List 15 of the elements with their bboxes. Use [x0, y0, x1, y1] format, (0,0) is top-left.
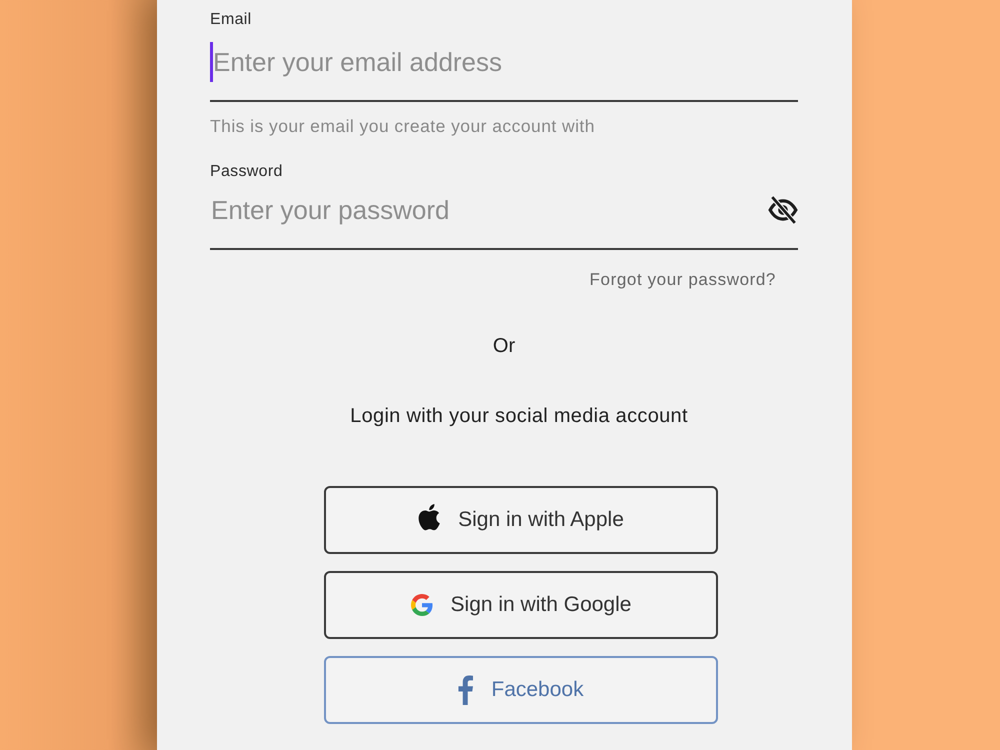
facebook-sign-in-button[interactable]: Facebook	[324, 656, 718, 724]
field-label: Password	[210, 162, 283, 182]
forgot-password-link[interactable]: Forgot your password?	[590, 270, 776, 290]
password-field[interactable]: Enter your password	[210, 184, 798, 250]
eye-off-icon[interactable]	[768, 195, 798, 225]
email-field[interactable]: Enter your email address	[210, 34, 798, 102]
apple-sign-in-button[interactable]: Sign in with Apple	[324, 486, 718, 554]
facebook-logo-icon	[458, 675, 474, 705]
apple-logo-icon	[418, 504, 440, 530]
google-sign-in-button[interactable]: Sign in with Google	[324, 571, 718, 639]
divider-text: Or	[492, 334, 516, 358]
google-logo-icon	[410, 594, 433, 616]
social-login-prompt: Login with your social media account	[350, 404, 688, 428]
field-label: Email	[210, 10, 252, 30]
helper-text: This is your email you create your account with	[210, 116, 595, 136]
